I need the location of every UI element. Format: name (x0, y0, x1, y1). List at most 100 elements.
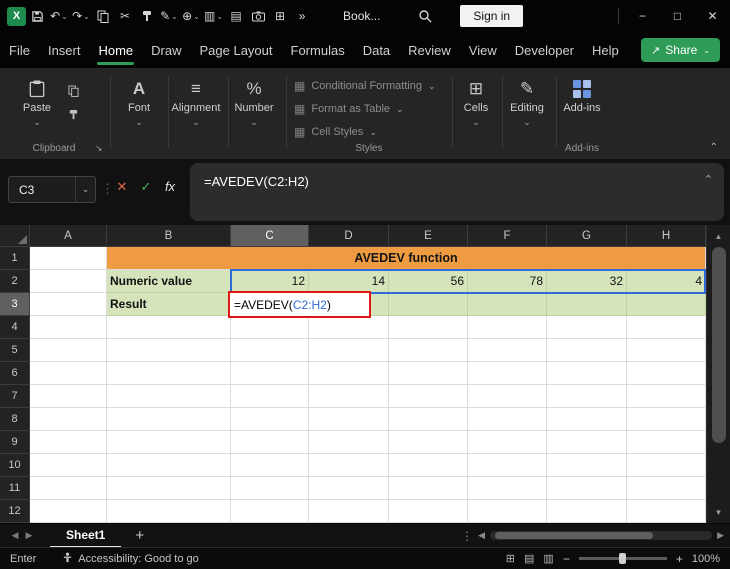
tab-home[interactable]: Home (89, 32, 142, 68)
row-header-3[interactable]: 3 (0, 293, 30, 316)
row-header-12[interactable]: 12 (0, 500, 30, 523)
cells-group-button[interactable]: ⊞ Cells ⌄ (454, 79, 498, 128)
share-button[interactable]: ↗ Share ⌄ (641, 38, 720, 62)
tab-help[interactable]: Help (583, 32, 628, 68)
tab-page-layout[interactable]: Page Layout (191, 32, 282, 68)
row-header-9[interactable]: 9 (0, 431, 30, 454)
row-header-7[interactable]: 7 (0, 385, 30, 408)
cell-b2[interactable]: Numeric value (107, 270, 231, 293)
sign-in-button[interactable]: Sign in (460, 5, 524, 27)
zoom-in-icon[interactable]: + (676, 552, 683, 566)
zoom-level[interactable]: 100% (692, 553, 720, 565)
collapse-formula-bar-icon[interactable]: ⌃ (704, 173, 713, 186)
row-header-1[interactable]: 1 (0, 247, 30, 270)
tab-file[interactable]: File (0, 32, 39, 68)
next-sheet-icon[interactable]: ▶ (22, 530, 36, 541)
format-as-table-button[interactable]: ▦ Format as Table ⌄ (294, 100, 404, 118)
format-painter-button[interactable] (64, 106, 82, 124)
tab-insert[interactable]: Insert (39, 32, 90, 68)
cell-a2[interactable] (30, 270, 107, 293)
cell-b1-h1-merged-title[interactable]: AVEDEV function (107, 247, 706, 270)
cell-c2[interactable]: 12 (231, 270, 309, 293)
column-header-b[interactable]: B (107, 225, 231, 247)
accessibility-status[interactable]: Accessibility: Good to go (62, 552, 199, 566)
undo-icon[interactable]: ↶ ⌄ (48, 0, 70, 32)
tab-developer[interactable]: Developer (506, 32, 583, 68)
scroll-down-icon[interactable]: ▼ (707, 503, 730, 521)
chevron-down-icon[interactable]: ⌄ (75, 177, 95, 202)
vertical-scrollbar-thumb[interactable] (712, 247, 726, 443)
column-header-g[interactable]: G (547, 225, 627, 247)
conditional-formatting-button[interactable]: ▦ Conditional Formatting ⌄ (294, 77, 436, 95)
normal-view-icon[interactable]: ⊞ (506, 552, 515, 565)
zoom-slider[interactable] (578, 553, 667, 564)
scroll-up-icon[interactable]: ▲ (707, 227, 730, 245)
tab-formulas[interactable]: Formulas (282, 32, 354, 68)
chart-icon[interactable]: ▥ ⌄ (202, 0, 225, 32)
empty-cells-area[interactable] (30, 316, 706, 523)
paste-button[interactable]: Paste ⌄ (14, 79, 60, 128)
addins-button[interactable]: Add-ins (556, 79, 608, 114)
select-all-button[interactable] (0, 225, 30, 247)
cell-f3[interactable] (468, 293, 547, 316)
horizontal-scrollbar[interactable] (490, 531, 713, 540)
globe-icon[interactable]: ⊕ ⌄ (180, 0, 202, 32)
cell-e2[interactable]: 56 (389, 270, 468, 293)
previous-sheet-icon[interactable]: ◀ (8, 530, 22, 541)
format-painter-icon[interactable] (136, 0, 158, 32)
copy-icon[interactable] (92, 0, 114, 32)
page-layout-view-icon[interactable]: ▤ (524, 552, 534, 565)
name-box[interactable]: C3 ⌄ (8, 176, 96, 203)
vertical-scrollbar[interactable]: ▲ ▼ (706, 225, 730, 523)
close-button[interactable]: ✕ (695, 0, 730, 32)
cell-h2[interactable]: 4 (627, 270, 706, 293)
cell-e3[interactable] (389, 293, 468, 316)
zoom-slider-thumb[interactable] (618, 553, 626, 564)
cell-a3[interactable] (30, 293, 107, 316)
hscroll-left-icon[interactable]: ◀ (478, 530, 485, 541)
search-icon[interactable] (414, 0, 436, 32)
row-header-6[interactable]: 6 (0, 362, 30, 385)
alignment-group-button[interactable]: ≡ Alignment ⌄ (167, 79, 225, 128)
row-header-8[interactable]: 8 (0, 408, 30, 431)
insert-function-button[interactable]: fx (160, 179, 180, 194)
cell-f2[interactable]: 78 (468, 270, 547, 293)
column-header-f[interactable]: F (468, 225, 547, 247)
editing-group-button[interactable]: ✎ Editing ⌄ (503, 79, 551, 128)
redo-icon[interactable]: ↷ ⌄ (70, 0, 92, 32)
row-header-2[interactable]: 2 (0, 270, 30, 293)
row-header-10[interactable]: 10 (0, 454, 30, 477)
spreadsheet-grid[interactable]: A B C D E F G H 1 AVEDEV function 2 Nume… (0, 225, 706, 523)
add-sheet-button[interactable]: + (135, 527, 144, 544)
tab-view[interactable]: View (460, 32, 506, 68)
active-cell-editor[interactable]: =AVEDEV( C2:H2 ) (228, 291, 371, 318)
horizontal-scrollbar-thumb[interactable] (495, 532, 654, 539)
page-break-view-icon[interactable]: ▥ (543, 552, 553, 565)
cell-g2[interactable]: 32 (547, 270, 627, 293)
zoom-out-icon[interactable]: − (563, 552, 570, 566)
row-header-5[interactable]: 5 (0, 339, 30, 362)
column-header-a[interactable]: A (30, 225, 107, 247)
cell-a1[interactable] (30, 247, 107, 270)
document-icon[interactable]: ▤ (225, 0, 247, 32)
column-header-h[interactable]: H (627, 225, 706, 247)
maximize-button[interactable]: □ (660, 0, 695, 32)
column-header-d[interactable]: D (309, 225, 389, 247)
camera-icon[interactable] (247, 0, 269, 32)
cell-h3[interactable] (627, 293, 706, 316)
row-header-4[interactable]: 4 (0, 316, 30, 339)
minimize-button[interactable]: − (625, 0, 660, 32)
sheet-tab-sheet1[interactable]: Sheet1 (50, 524, 122, 548)
save-icon[interactable] (26, 0, 48, 32)
row-header-11[interactable]: 11 (0, 477, 30, 500)
cell-d2[interactable]: 14 (309, 270, 389, 293)
pen-icon[interactable]: ✎ ⌄ (158, 0, 180, 32)
number-group-button[interactable]: % Number ⌄ (227, 79, 281, 128)
tab-data[interactable]: Data (354, 32, 399, 68)
enter-button[interactable]: ✓ (136, 179, 156, 195)
cell-g3[interactable] (547, 293, 627, 316)
cancel-button[interactable]: ✕ (112, 179, 132, 195)
more-commands-icon[interactable]: » (291, 0, 313, 32)
collapse-ribbon-icon[interactable]: ⌃ (710, 142, 718, 153)
column-header-e[interactable]: E (389, 225, 468, 247)
